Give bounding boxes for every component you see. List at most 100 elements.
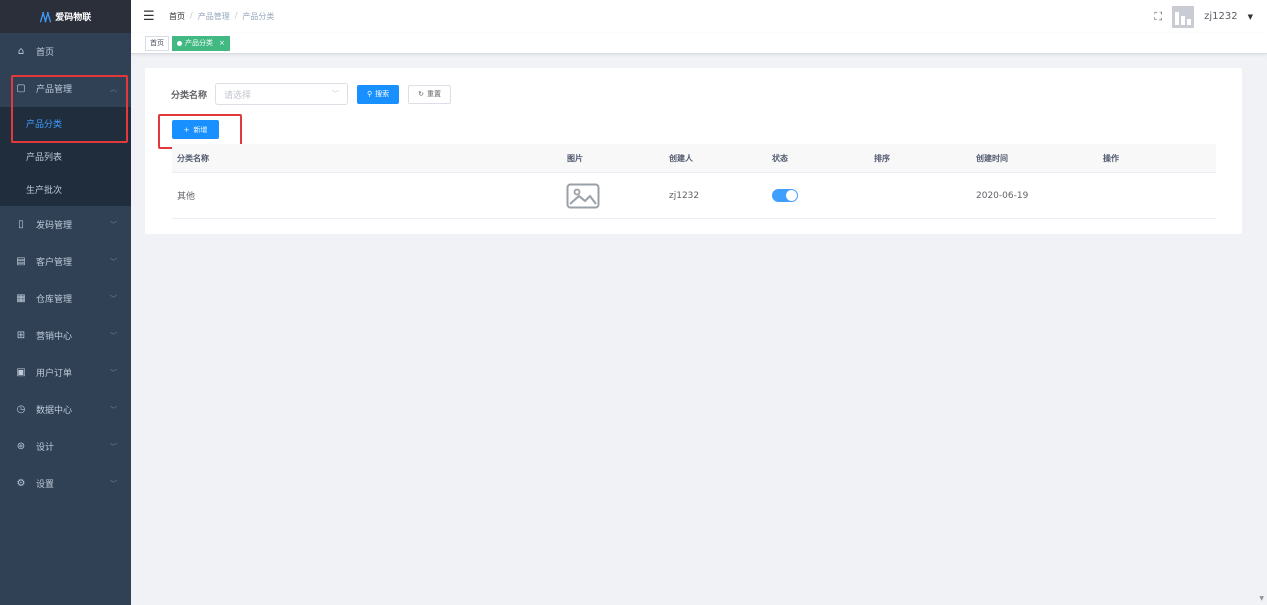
header-right: ⛶ zj1232 ▼ [1154, 0, 1253, 33]
sidebar-item-production-batch[interactable]: 生产批次 [0, 173, 131, 206]
grid-icon: ▦ [16, 293, 26, 304]
sidebar-item-code-management[interactable]: ▯ 发码管理 ﹀ [0, 206, 131, 243]
breadcrumb-item[interactable]: 首页 [169, 11, 185, 22]
reset-button[interactable]: ↻ 重置 [408, 84, 452, 104]
chevron-down-icon: ﹀ [110, 294, 117, 303]
search-button-label: 搜索 [375, 90, 390, 98]
username[interactable]: zj1232 [1204, 11, 1237, 22]
caret-down-icon[interactable]: ▼ [1248, 13, 1253, 21]
image-placeholder-icon [566, 183, 600, 212]
table-header: 分类名称 图片 创建人 状态 排序 创建时间 操作 [172, 144, 1216, 173]
sidebar-item-customer-management[interactable]: ▤ 客户管理 ﹀ [0, 243, 131, 280]
sidebar-item-label: 用户订单 [36, 369, 73, 379]
tag-label: 产品分类 [185, 39, 213, 47]
settings-icon: ⚙ [16, 478, 26, 489]
tablet-icon: ▯ [18, 219, 24, 230]
gift-icon: ⊞ [16, 330, 26, 341]
filter-form: 分类名称 请选择 ﹀ ⚲ 搜索 ↻ 重置 [171, 83, 460, 105]
chevron-down-icon: ﹀ [332, 90, 339, 98]
sidebar-item-label: 首页 [36, 48, 55, 58]
content-card: 分类名称 请选择 ﹀ ⚲ 搜索 ↻ 重置 + 新增 分类名称 图片 创建人 状态… [145, 68, 1242, 234]
sidebar-item-label: 生产批次 [26, 186, 63, 196]
sidebar-item-settings[interactable]: ⚙ 设置 ﹀ [0, 465, 131, 502]
pie-icon: ◷ [16, 404, 26, 415]
cell-created: 2020-06-19 [976, 190, 1029, 201]
clipboard-icon: ▣ [16, 367, 26, 378]
sidebar-item-design[interactable]: ⊛ 设计 ﹀ [0, 428, 131, 465]
sidebar-item-label: 产品列表 [26, 153, 63, 163]
close-icon[interactable]: × [219, 39, 225, 47]
logo-icon: /\/\ [39, 9, 51, 24]
active-dot-icon [177, 40, 182, 46]
breadcrumb-item: 产品分类 [242, 12, 275, 21]
cell-name: 其他 [177, 192, 196, 202]
home-icon: ⌂ [17, 46, 25, 57]
add-button-label: 新增 [193, 125, 208, 134]
tags-view: 首页 产品分类 × [131, 33, 1267, 54]
column-header: 状态 [772, 153, 788, 163]
search-icon: ⚲ [367, 90, 373, 98]
filter-label: 分类名称 [171, 90, 208, 101]
chevron-down-icon: ﹀ [110, 257, 117, 266]
logo-text: 爱码物联 [55, 13, 92, 23]
sidebar-item-marketing-center[interactable]: ⊞ 营销中心 ﹀ [0, 317, 131, 354]
sidebar-item-user-orders[interactable]: ▣ 用户订单 ﹀ [0, 354, 131, 391]
chevron-down-icon: ﹀ [110, 220, 117, 229]
sidebar-item-product-list[interactable]: 产品列表 [0, 140, 131, 173]
submenu-product: 产品分类 产品列表 生产批次 [0, 107, 131, 206]
sidebar-item-label: 设计 [36, 443, 55, 453]
refresh-icon: ↻ [418, 90, 425, 98]
status-switch[interactable] [772, 189, 798, 202]
category-select[interactable]: 请选择 ﹀ [215, 83, 348, 105]
scroll-down-icon[interactable]: ▼ [1259, 595, 1264, 602]
sidebar-item-home[interactable]: ⌂ 首页 [0, 33, 131, 70]
column-header: 创建人 [669, 153, 693, 163]
chevron-down-icon: ﹀ [110, 479, 117, 488]
fullscreen-icon[interactable]: ⛶ [1154, 10, 1162, 24]
plus-icon: + [183, 125, 190, 134]
sidebar: /\/\ 爱码物联 ⌂ 首页 ▢ 产品管理 ︿ 产品分类 产品列表 生产批次 ▯… [0, 0, 131, 605]
column-header: 分类名称 [177, 153, 209, 163]
breadcrumb-separator: / [234, 11, 238, 20]
column-header: 图片 [567, 153, 583, 163]
palette-icon: ⊛ [16, 441, 26, 452]
sidebar-item-label: 仓库管理 [36, 295, 73, 305]
breadcrumb: 首页 / 产品管理 / 产品分类 [169, 11, 274, 22]
chevron-down-icon: ﹀ [110, 368, 117, 377]
sidebar-item-data-center[interactable]: ◷ 数据中心 ﹀ [0, 391, 131, 428]
tag-product-category[interactable]: 产品分类 × [172, 35, 230, 51]
tag-label: 首页 [150, 39, 164, 47]
select-placeholder: 请选择 [224, 90, 252, 101]
sidebar-item-label: 产品分类 [26, 120, 63, 130]
add-button[interactable]: + 新增 [172, 120, 219, 139]
hamburger-icon[interactable]: ☰ [143, 9, 157, 24]
search-button[interactable]: ⚲ 搜索 [357, 84, 400, 104]
breadcrumb-item[interactable]: 产品管理 [198, 11, 230, 22]
sidebar-item-label: 数据中心 [36, 406, 73, 416]
breadcrumb-separator: / [190, 11, 193, 20]
sidebar-item-label: 发码管理 [36, 221, 73, 231]
tag-home[interactable]: 首页 [145, 35, 169, 51]
avatar[interactable] [1172, 5, 1195, 28]
chevron-up-icon: ︿ [110, 84, 117, 93]
sidebar-item-product-management[interactable]: ▢ 产品管理 ︿ [0, 70, 131, 107]
column-header: 操作 [1103, 153, 1119, 163]
sidebar-item-label: 产品管理 [36, 85, 73, 95]
logo[interactable]: /\/\ 爱码物联 [0, 0, 131, 33]
building-icon: ▤ [16, 256, 26, 267]
sidebar-item-product-category[interactable]: 产品分类 [0, 107, 131, 140]
sidebar-item-label: 客户管理 [36, 258, 73, 268]
box-icon: ▢ [16, 83, 26, 94]
table-row: 其他 zj1232 2020-06-19 [172, 173, 1216, 219]
sidebar-item-warehouse-management[interactable]: ▦ 仓库管理 ﹀ [0, 280, 131, 317]
cell-creator: zj1232 [669, 190, 700, 201]
sidebar-item-label: 营销中心 [36, 332, 73, 342]
chevron-down-icon: ﹀ [110, 442, 117, 451]
chevron-down-icon: ﹀ [110, 405, 117, 414]
column-header: 排序 [874, 153, 890, 163]
column-header: 创建时间 [976, 153, 1008, 163]
category-table: 分类名称 图片 创建人 状态 排序 创建时间 操作 其他 zj1232 2020… [172, 144, 1216, 219]
navbar: ☰ 首页 / 产品管理 / 产品分类 ⛶ zj1232 ▼ [131, 0, 1267, 33]
chevron-down-icon: ﹀ [110, 331, 117, 340]
sidebar-item-label: 设置 [36, 480, 55, 490]
